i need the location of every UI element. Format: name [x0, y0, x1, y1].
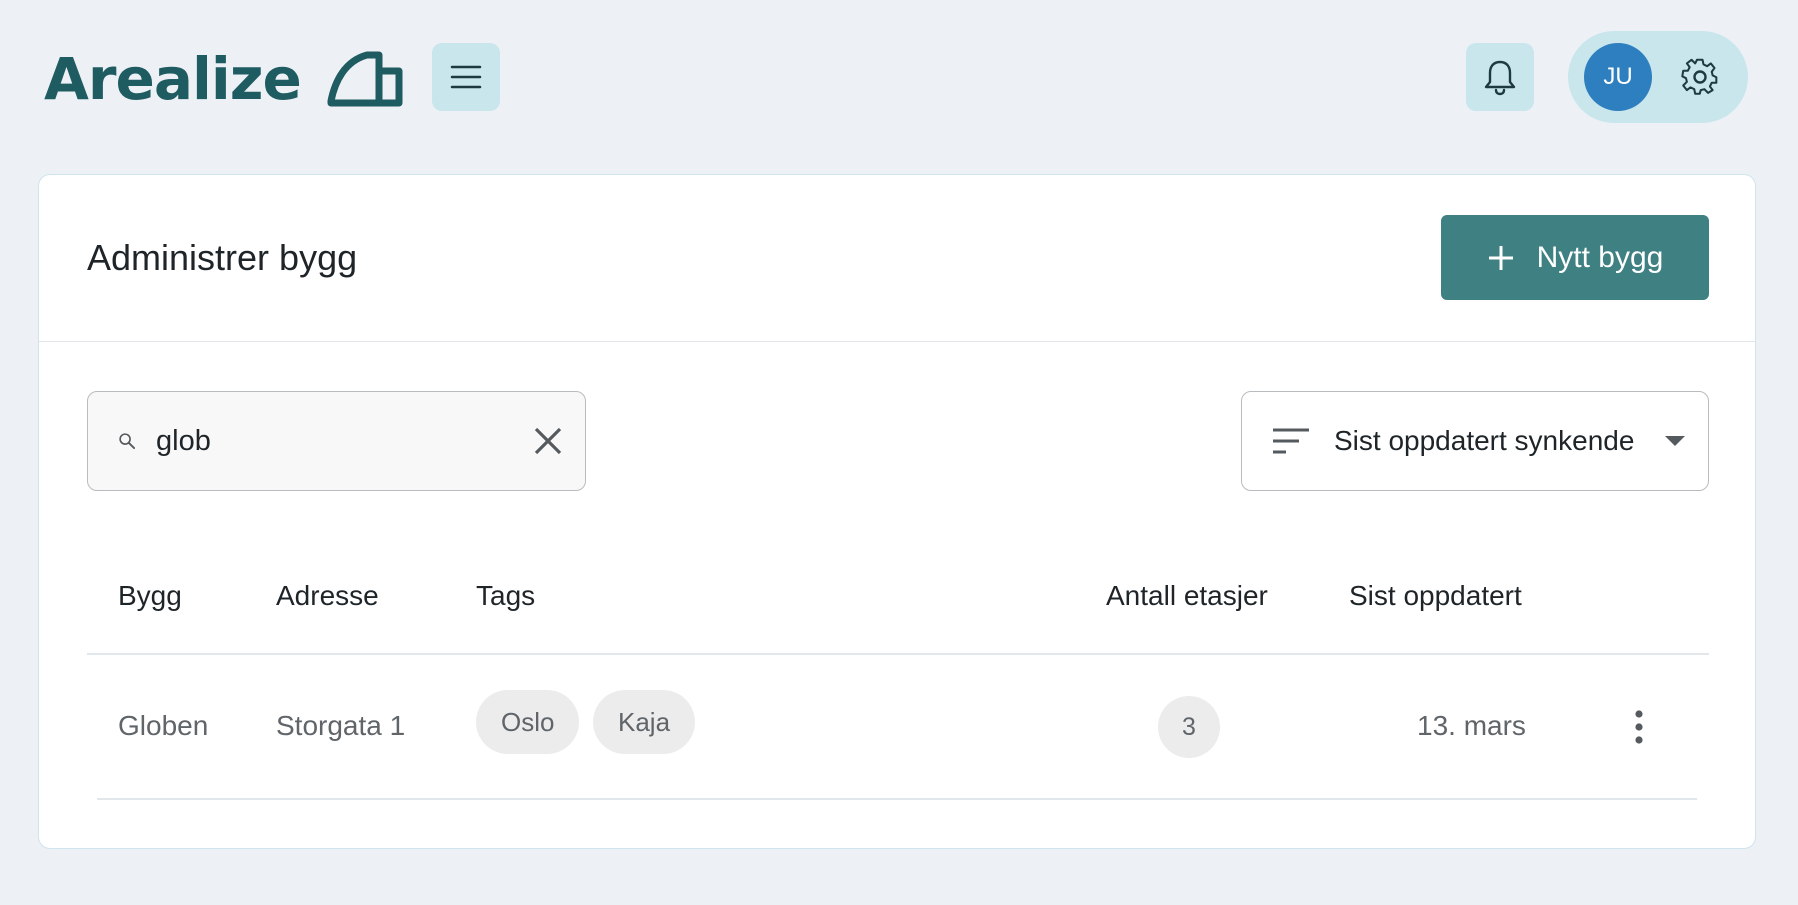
table-row-divider — [97, 798, 1697, 800]
hamburger-menu-icon — [450, 65, 482, 89]
gear-icon — [1681, 58, 1718, 95]
table-header-divider — [87, 653, 1709, 655]
sort-select[interactable]: Sist oppdatert synkende — [1241, 391, 1709, 491]
caret-down-icon — [1665, 436, 1685, 446]
clear-search-button[interactable] — [533, 419, 563, 463]
brand-name: Arealize — [44, 45, 302, 113]
sort-selected-value: Sist oppdatert synkende — [1334, 425, 1635, 456]
page-title: Administrer bygg — [87, 237, 358, 278]
tag-chip: Oslo — [476, 690, 580, 754]
plus-icon — [1488, 245, 1513, 270]
user-menu: JU — [1568, 31, 1748, 123]
column-header-antall-etasjer[interactable]: Antall etasjer — [1106, 579, 1268, 613]
search-icon — [119, 433, 136, 450]
new-building-button[interactable]: Nytt bygg — [1441, 215, 1709, 300]
cell-address: Storgata 1 — [276, 710, 406, 741]
cell-last-updated: 13. mars — [1417, 710, 1526, 741]
tag-chip: Kaja — [593, 690, 696, 754]
vertical-dots-icon — [1635, 710, 1643, 744]
search-input[interactable] — [156, 411, 533, 471]
column-header-adresse[interactable]: Adresse — [276, 579, 379, 613]
buildings-card: Administrer bygg Nytt bygg Sist — [38, 174, 1756, 849]
column-header-sist-oppdatert[interactable]: Sist oppdatert — [1349, 579, 1522, 613]
cell-building-name: Globen — [118, 710, 209, 741]
floor-count-badge: 3 — [1158, 696, 1220, 758]
row-actions-button[interactable] — [1619, 703, 1659, 751]
bell-icon — [1484, 60, 1516, 96]
menu-button[interactable] — [432, 43, 500, 111]
column-header-bygg[interactable]: Bygg — [118, 579, 182, 613]
settings-button[interactable] — [1678, 55, 1722, 99]
new-building-label: Nytt bygg — [1536, 240, 1664, 274]
logo-mark-icon — [327, 51, 403, 107]
avatar[interactable]: JU — [1584, 43, 1652, 111]
sort-lines-icon — [1273, 428, 1309, 454]
notifications-button[interactable] — [1466, 43, 1534, 111]
search-field[interactable] — [87, 391, 586, 491]
column-header-tags[interactable]: Tags — [476, 579, 535, 613]
brand-logo[interactable]: Arealize — [44, 46, 403, 112]
card-header: Administrer bygg Nytt bygg — [39, 175, 1755, 342]
close-icon — [534, 427, 562, 455]
